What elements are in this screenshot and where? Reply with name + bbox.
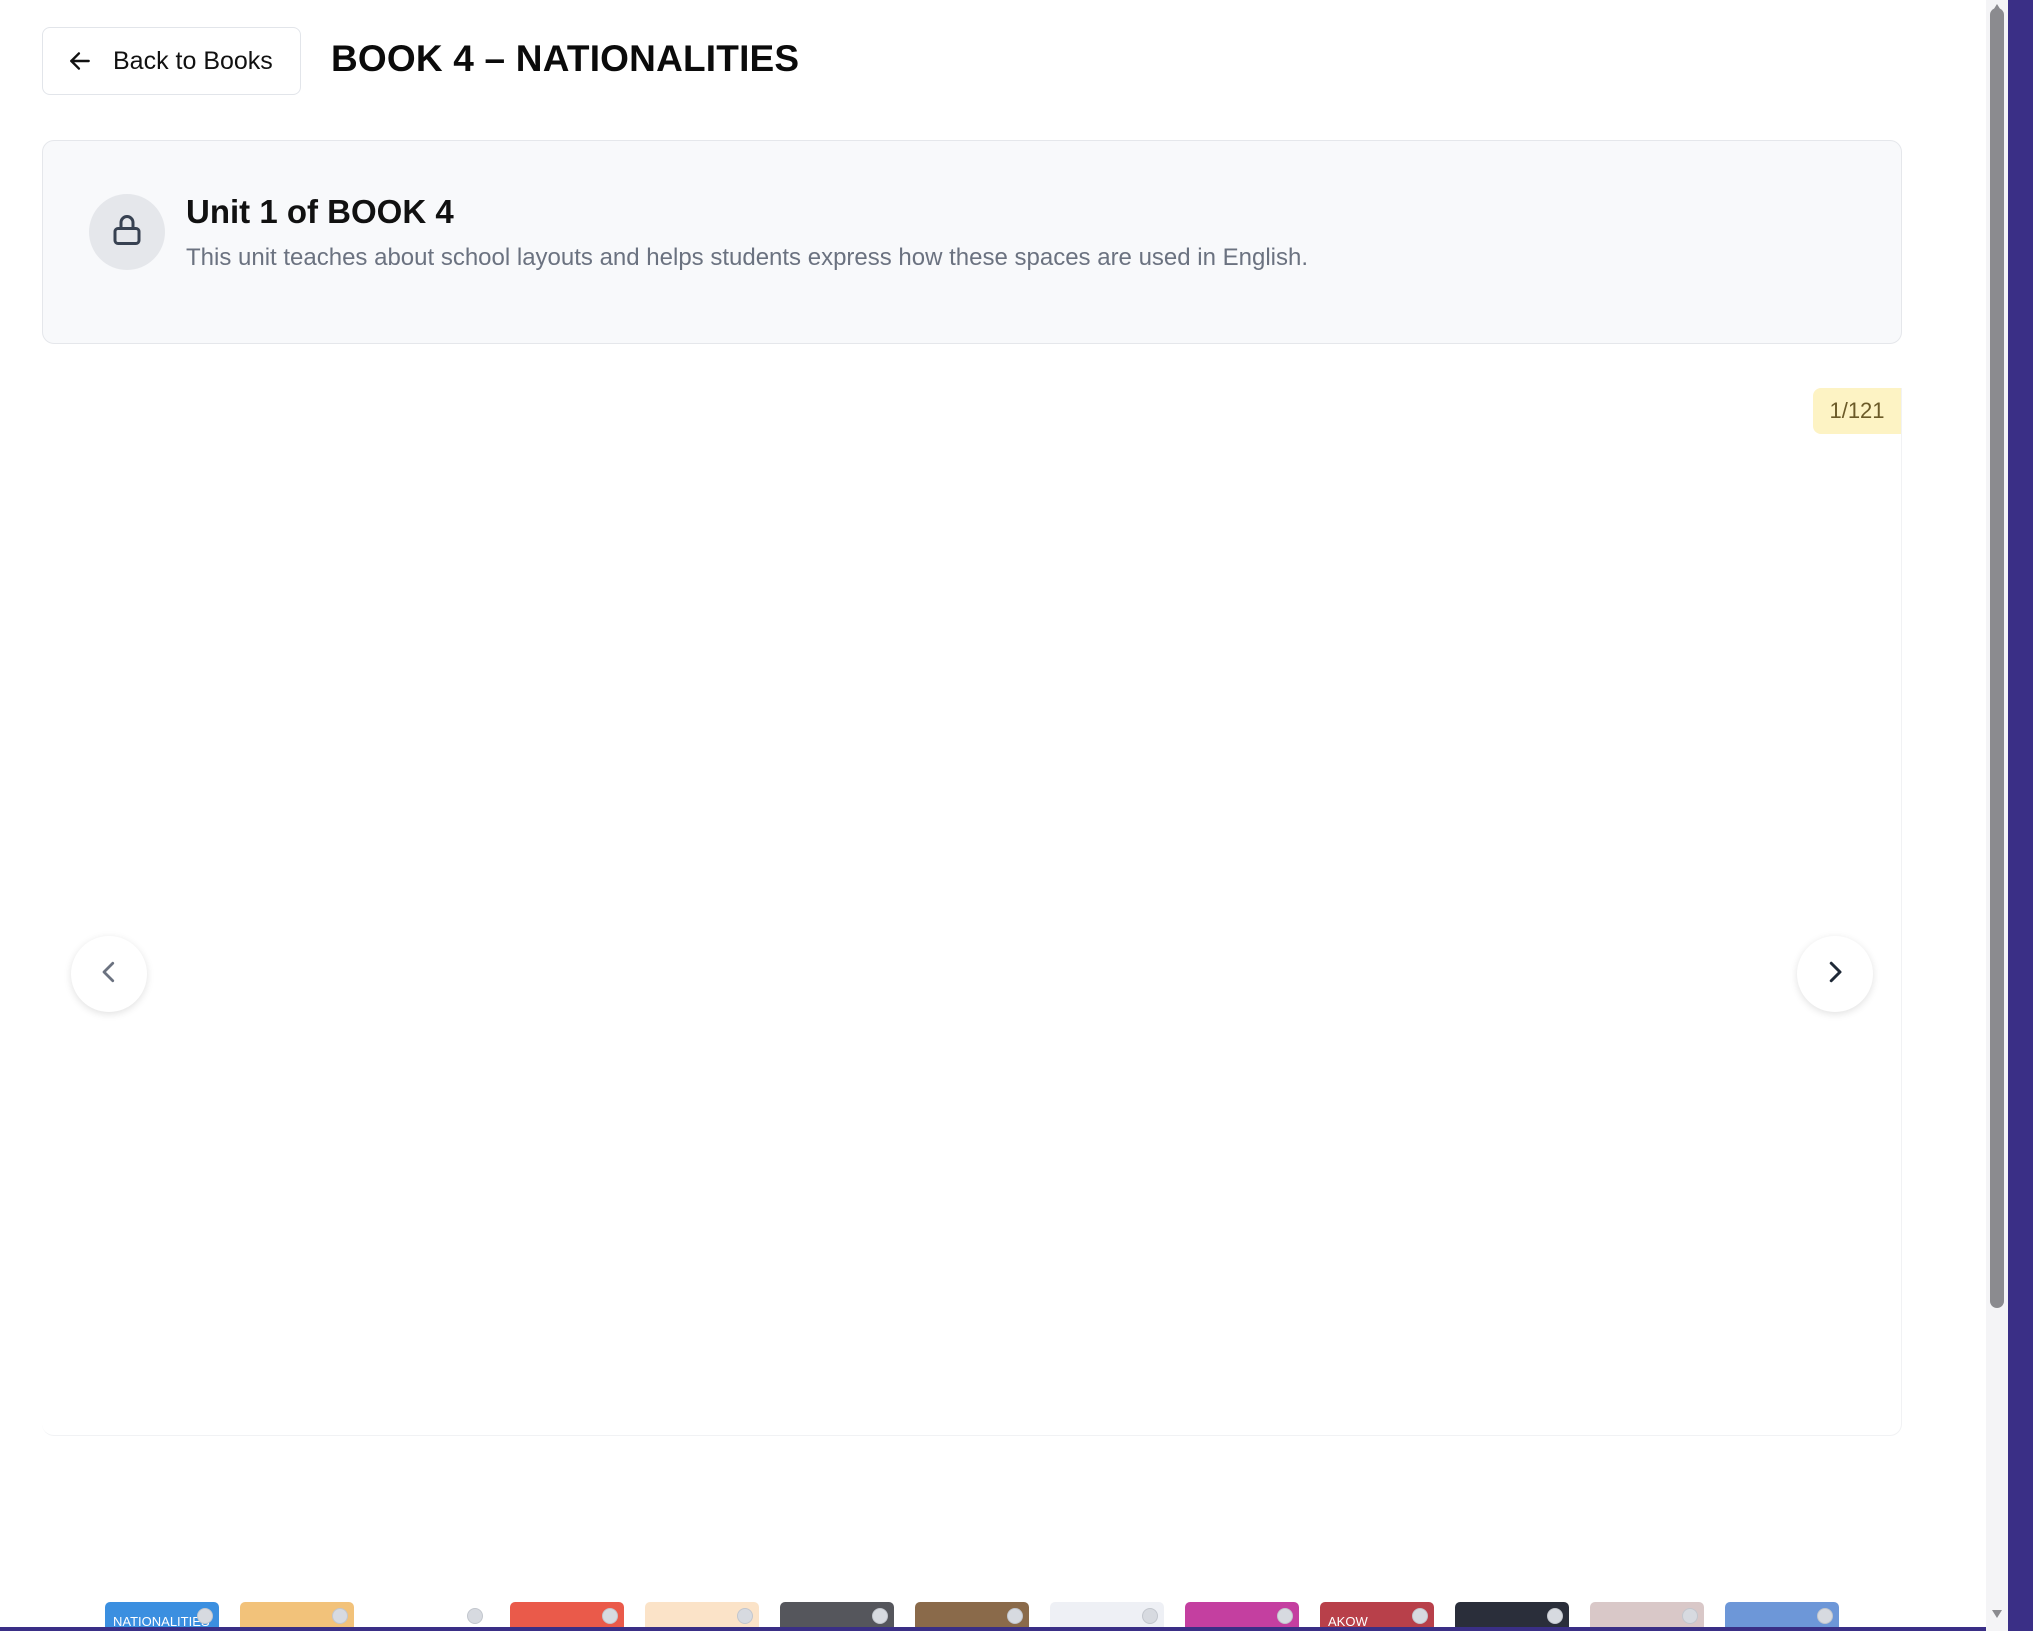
next-slide-button[interactable] — [1797, 936, 1873, 1012]
lock-badge — [89, 194, 165, 270]
thumbnail-status-dot — [1682, 1608, 1698, 1624]
chevron-right-icon — [1820, 957, 1850, 992]
unit-info-card: Unit 1 of BOOK 4 This unit teaches about… — [42, 140, 1902, 344]
thumbnail-status-dot — [1142, 1608, 1158, 1624]
arrow-left-icon — [67, 48, 93, 74]
thumbnail-status-dot — [737, 1608, 753, 1624]
window-frame-edge — [2008, 0, 2033, 1631]
thumbnail-status-dot — [1007, 1608, 1023, 1624]
thumbnail-status-dot — [467, 1608, 483, 1624]
vertical-scrollbar[interactable] — [1986, 0, 2008, 1631]
slide-viewer: 1/121 — [42, 388, 1902, 1436]
chevron-left-icon — [94, 957, 124, 992]
app-viewport: Back to Books BOOK 4 – NATIONALITIES Uni… — [0, 0, 1986, 1631]
thumbnail-status-dot — [1277, 1608, 1293, 1624]
window-bottom-border — [0, 1627, 2033, 1631]
thumbnail-status-dot — [1412, 1608, 1428, 1624]
unit-description: This unit teaches about school layouts a… — [186, 244, 1309, 271]
scrollbar-thumb[interactable] — [1990, 8, 2004, 1308]
page-title: BOOK 4 – NATIONALITIES — [331, 38, 800, 79]
thumbnail-status-dot — [332, 1608, 348, 1624]
thumbnail-status-dot — [602, 1608, 618, 1624]
thumbnail-status-dot — [197, 1608, 213, 1624]
scroll-down-icon[interactable] — [1991, 1608, 2003, 1620]
back-to-books-button[interactable]: Back to Books — [42, 27, 301, 95]
thumbnail-status-dot — [1547, 1608, 1563, 1624]
previous-slide-button[interactable] — [71, 936, 147, 1012]
thumbnail-status-dot — [1817, 1608, 1833, 1624]
back-button-label: Back to Books — [113, 46, 273, 75]
lock-icon — [109, 212, 145, 253]
thumbnail-status-dot — [872, 1608, 888, 1624]
unit-title: Unit 1 of BOOK 4 — [186, 193, 454, 230]
page-counter: 1/121 — [1813, 388, 1901, 434]
